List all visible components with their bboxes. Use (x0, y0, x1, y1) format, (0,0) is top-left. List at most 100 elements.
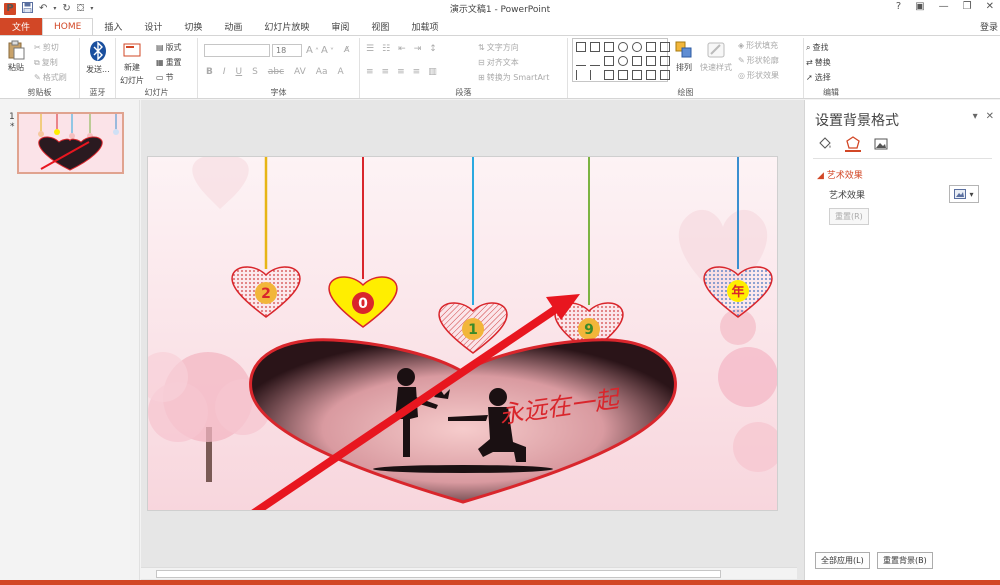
align-text-button[interactable]: ⊟ 对齐文本 (478, 57, 519, 68)
increase-indent-icon[interactable]: ⇥ (414, 44, 422, 54)
artistic-effects-section-header[interactable]: ◢ 艺术效果 (817, 168, 863, 181)
tab-addins[interactable]: 加载项 (400, 18, 449, 35)
rectangle-shape-icon[interactable] (632, 56, 642, 66)
bold-icon[interactable]: B (206, 67, 213, 77)
line-shape-icon[interactable] (576, 56, 586, 66)
tab-design[interactable]: 设计 (133, 18, 173, 35)
reset-background-button[interactable]: 重置背景(B) (877, 552, 933, 569)
shadow-icon[interactable]: S (252, 67, 258, 77)
rectangle-shape-icon[interactable] (576, 42, 586, 52)
apply-to-all-button[interactable]: 全部应用(L) (815, 552, 870, 569)
numbering-icon[interactable]: ☷ (382, 44, 390, 54)
connector-shape-icon[interactable] (576, 70, 586, 80)
smartart-button[interactable]: ⊞ 转换为 SmartArt (478, 72, 549, 83)
restore-button[interactable]: ❐ (963, 1, 972, 12)
effects-pentagon-icon[interactable] (845, 136, 861, 152)
rectangle-shape-icon[interactable] (590, 42, 600, 52)
list-buttons[interactable]: ☰ ☷ ⇤ ⇥ ↕ (366, 44, 437, 54)
oval-shape-icon[interactable] (618, 56, 628, 66)
more-shape-icon[interactable] (660, 70, 670, 80)
align-buttons[interactable]: ≡ ≡ ≡ ≡ ▥ (366, 67, 437, 77)
align-right-icon[interactable]: ≡ (397, 67, 405, 77)
rectangle-shape-icon[interactable] (618, 70, 628, 80)
undo-icon[interactable]: ↶ (39, 3, 47, 14)
quick-styles-button[interactable]: 快速样式 (700, 40, 732, 73)
star-shape-icon[interactable] (646, 70, 656, 80)
grow-font-icon[interactable]: A ˄ A ˅ (306, 45, 334, 56)
change-case-icon[interactable]: Aa (316, 67, 328, 77)
shape-outline-button[interactable]: ✎ 形状轮廓 (738, 55, 779, 66)
tab-file[interactable]: 文件 (0, 18, 43, 35)
arrow-shape-icon[interactable] (632, 70, 642, 80)
heart-shape-icon[interactable] (618, 42, 628, 52)
fill-icon[interactable] (817, 136, 833, 152)
rectangle-shape-icon[interactable] (604, 42, 614, 52)
arrange-button[interactable]: 排列 (674, 40, 694, 73)
more-shape-icon[interactable] (660, 56, 670, 66)
tab-transitions[interactable]: 切换 (173, 18, 213, 35)
shapes-gallery[interactable] (572, 38, 670, 82)
replace-button[interactable]: ⇄ 替换 (806, 57, 831, 68)
pane-close-icon[interactable]: ✕ (986, 111, 994, 122)
char-spacing-icon[interactable]: AV (294, 67, 306, 77)
tab-slideshow[interactable]: 幻灯片放映 (253, 18, 320, 35)
format-painter-button[interactable]: ✎ 格式刷 (34, 72, 67, 83)
more-shape-icon[interactable] (660, 42, 670, 52)
minimize-button[interactable]: — (939, 1, 949, 12)
paste-button[interactable]: 粘贴 (6, 40, 26, 73)
italic-icon[interactable]: I (223, 67, 226, 77)
font-size-combo[interactable]: 18 (272, 44, 302, 57)
new-slide-button[interactable]: 新建 幻灯片 (120, 40, 144, 86)
copy-button[interactable]: ⧉ 复制 (34, 57, 58, 68)
connector-shape-icon[interactable] (590, 70, 600, 80)
section-button[interactable]: ▭ 节 (156, 72, 174, 83)
shape-effects-button[interactable]: ◎ 形状效果 (738, 70, 779, 81)
tab-insert[interactable]: 插入 (93, 18, 133, 35)
text-direction-button[interactable]: ⇅ 文字方向 (478, 42, 519, 53)
help-button[interactable]: ? (896, 1, 901, 12)
save-icon[interactable] (22, 1, 33, 16)
line-spacing-icon[interactable]: ↕ (429, 44, 437, 54)
rectangle-shape-icon[interactable] (604, 70, 614, 80)
strikethrough-icon[interactable]: abc (268, 67, 284, 77)
bluetooth-send-button[interactable]: 发送... (86, 40, 110, 75)
oval-shape-icon[interactable] (632, 42, 642, 52)
reset-effect-button[interactable]: 重置(R) (829, 208, 869, 225)
slide-thumbnail[interactable] (17, 112, 124, 174)
picture-icon[interactable] (873, 136, 889, 152)
redo-icon[interactable]: ↻ (62, 3, 70, 14)
arrow-shape-icon[interactable] (646, 56, 656, 66)
columns-icon[interactable]: ▥ (428, 67, 437, 77)
slide-canvas[interactable]: 2 0 1 9 年 永远在一起 (147, 156, 778, 511)
sign-in-link[interactable]: 登录 (969, 18, 1000, 35)
textbox-shape-icon[interactable] (646, 42, 656, 52)
cut-button[interactable]: ✂ 剪切 (34, 42, 59, 53)
reset-slide-button[interactable]: ▦ 重置 (156, 57, 182, 68)
close-button[interactable]: ✕ (986, 1, 994, 12)
font-name-combo[interactable] (204, 44, 270, 57)
align-left-icon[interactable]: ≡ (366, 67, 374, 77)
select-button[interactable]: ➚ 选择 (806, 72, 831, 83)
font-style-buttons[interactable]: B I U Sabc AV Aa A (206, 67, 344, 77)
horizontal-scrollbar[interactable] (141, 567, 797, 579)
shape-fill-button[interactable]: ◈ 形状填充 (738, 40, 778, 51)
justify-icon[interactable]: ≡ (413, 67, 421, 77)
layout-button[interactable]: ▤ 版式 (156, 42, 182, 53)
artistic-effects-dropdown[interactable]: ▾ (949, 185, 979, 203)
ribbon-display-options-icon[interactable]: ▣ (915, 1, 924, 12)
underline-icon[interactable]: U (236, 67, 243, 77)
tab-view[interactable]: 视图 (360, 18, 400, 35)
rectangle-shape-icon[interactable] (604, 56, 614, 66)
start-from-beginning-icon[interactable]: ⛋ (77, 3, 85, 14)
customize-qat-icon[interactable]: ▾ (90, 5, 93, 12)
align-center-icon[interactable]: ≡ (382, 67, 390, 77)
tab-home[interactable]: HOME (42, 18, 94, 35)
decrease-indent-icon[interactable]: ⇤ (398, 44, 406, 54)
line-shape-icon[interactable] (590, 56, 600, 66)
tab-animations[interactable]: 动画 (213, 18, 253, 35)
font-color-icon[interactable]: A (337, 67, 343, 77)
find-button[interactable]: ⌕ 查找 (806, 42, 828, 53)
clear-format-icon[interactable]: A̸ (344, 45, 349, 54)
scrollbar-thumb[interactable] (156, 570, 721, 578)
pane-options-icon[interactable]: ▾ (973, 111, 978, 122)
